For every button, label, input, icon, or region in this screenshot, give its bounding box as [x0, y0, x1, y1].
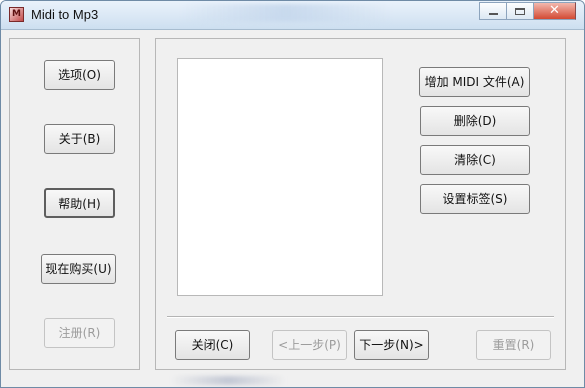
title-bar[interactable]: M Midi to Mp3 ✕ — [1, 1, 584, 30]
blurred-bottom-overlay — [171, 376, 286, 385]
window-title: Midi to Mp3 — [31, 7, 99, 22]
separator-line — [167, 316, 554, 318]
delete-button[interactable]: 删除(D) — [420, 106, 530, 136]
help-button[interactable]: 帮助(H) — [44, 188, 115, 218]
maximize-button[interactable] — [506, 2, 533, 20]
minimize-button[interactable] — [479, 2, 506, 20]
reset-button[interactable]: 重置(R) — [476, 330, 551, 360]
blurred-title-overlay — [181, 4, 391, 22]
close-window-button[interactable]: ✕ — [533, 2, 576, 20]
clear-button[interactable]: 清除(C) — [420, 145, 530, 175]
about-button[interactable]: 关于(B) — [44, 124, 115, 154]
app-window: M Midi to Mp3 ✕ 选项(O) 关于(B) 帮助(H) 现在购买(U… — [0, 0, 585, 388]
midi-file-list[interactable] — [177, 58, 383, 296]
close-button[interactable]: 关闭(C) — [175, 330, 250, 360]
options-button[interactable]: 选项(O) — [44, 60, 115, 90]
add-midi-file-button[interactable]: 增加 MIDI 文件(A) — [419, 67, 530, 97]
caption-buttons: ✕ — [479, 2, 576, 22]
register-button[interactable]: 注册(R) — [44, 318, 115, 348]
buy-now-button[interactable]: 现在购买(U) — [41, 254, 116, 284]
app-icon[interactable]: M — [9, 7, 24, 22]
next-step-button[interactable]: 下一步(N)> — [354, 330, 429, 360]
previous-step-button[interactable]: <上一步(P) — [272, 330, 347, 360]
set-tags-button[interactable]: 设置标签(S) — [420, 184, 530, 214]
